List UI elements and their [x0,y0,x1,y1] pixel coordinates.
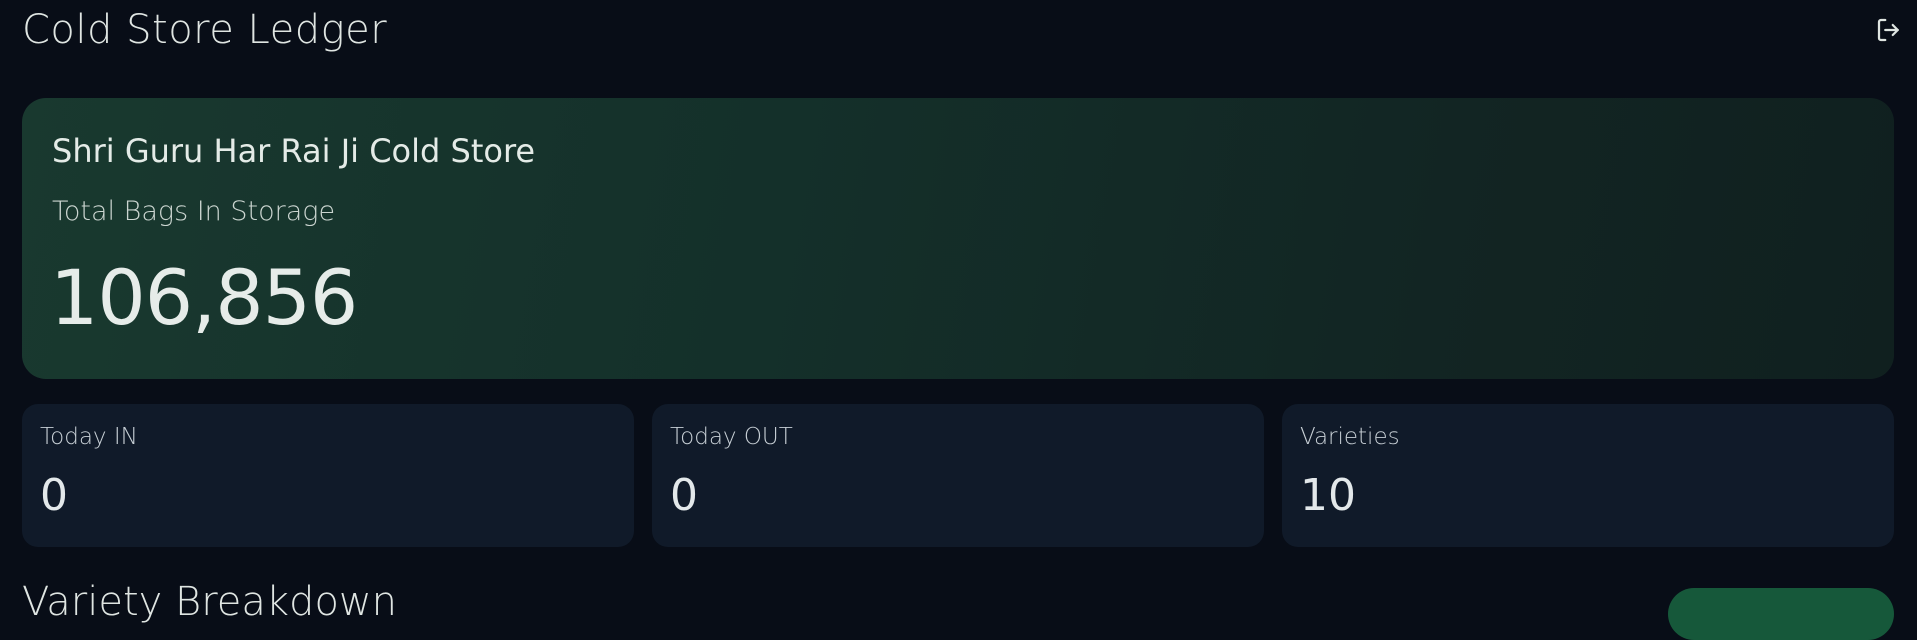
today-out-value: 0 [670,470,698,521]
logout-icon [1877,18,1899,42]
varieties-card: Varieties 10 [1282,404,1894,547]
total-bags-label: Total Bags In Storage [52,196,336,227]
varieties-value: 10 [1300,470,1356,521]
variety-breakdown-title: Variety Breakdown [22,579,397,625]
total-bags-card: Shri Guru Har Rai Ji Cold Store Total Ba… [22,98,1894,379]
today-in-value: 0 [40,470,68,521]
variety-breakdown-action-button[interactable] [1668,588,1894,640]
total-bags-value: 106,856 [50,253,358,342]
logout-button[interactable] [1872,13,1906,47]
today-out-label: Today OUT [670,424,793,450]
store-name: Shri Guru Har Rai Ji Cold Store [52,132,536,170]
today-in-card: Today IN 0 [22,404,634,547]
today-in-label: Today IN [40,424,138,450]
varieties-label: Varieties [1300,424,1400,450]
app-header: Cold Store Ledger [22,0,1906,62]
today-out-card: Today OUT 0 [652,404,1264,547]
app-title: Cold Store Ledger [22,7,388,53]
